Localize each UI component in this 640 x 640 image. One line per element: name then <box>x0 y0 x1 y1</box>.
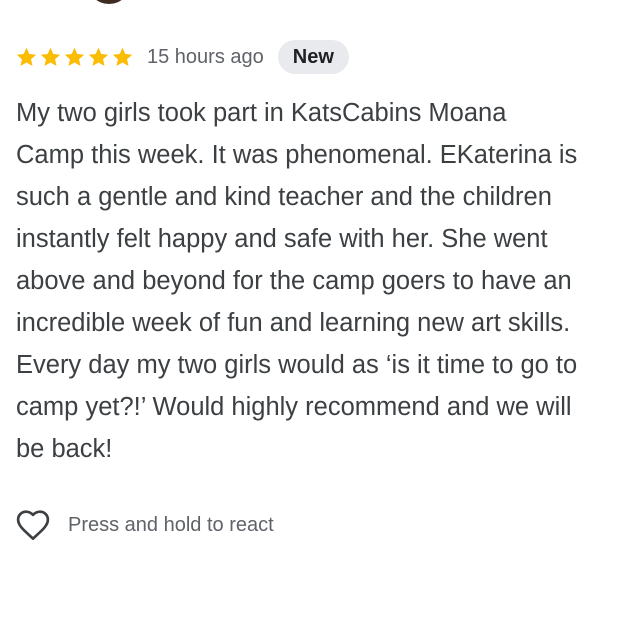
new-badge: New <box>277 40 349 74</box>
react-label: Press and hold to react <box>68 513 274 536</box>
review-card: 15 hours ago New My two girls took part … <box>0 0 640 640</box>
star-icon <box>16 47 37 66</box>
review-meta: 15 hours ago New <box>15 40 349 74</box>
avatar[interactable] <box>87 0 131 4</box>
star-icon <box>64 47 85 66</box>
heart-outline-icon[interactable] <box>14 506 52 544</box>
star-icon <box>88 47 109 66</box>
review-time: 15 hours ago <box>147 45 264 68</box>
star-icon <box>112 47 133 66</box>
star-rating <box>15 46 134 69</box>
react-button[interactable]: Press and hold to react <box>14 505 274 545</box>
star-icon <box>40 47 61 66</box>
review-text: My two girls took part in KatsCabins Moa… <box>16 99 578 463</box>
